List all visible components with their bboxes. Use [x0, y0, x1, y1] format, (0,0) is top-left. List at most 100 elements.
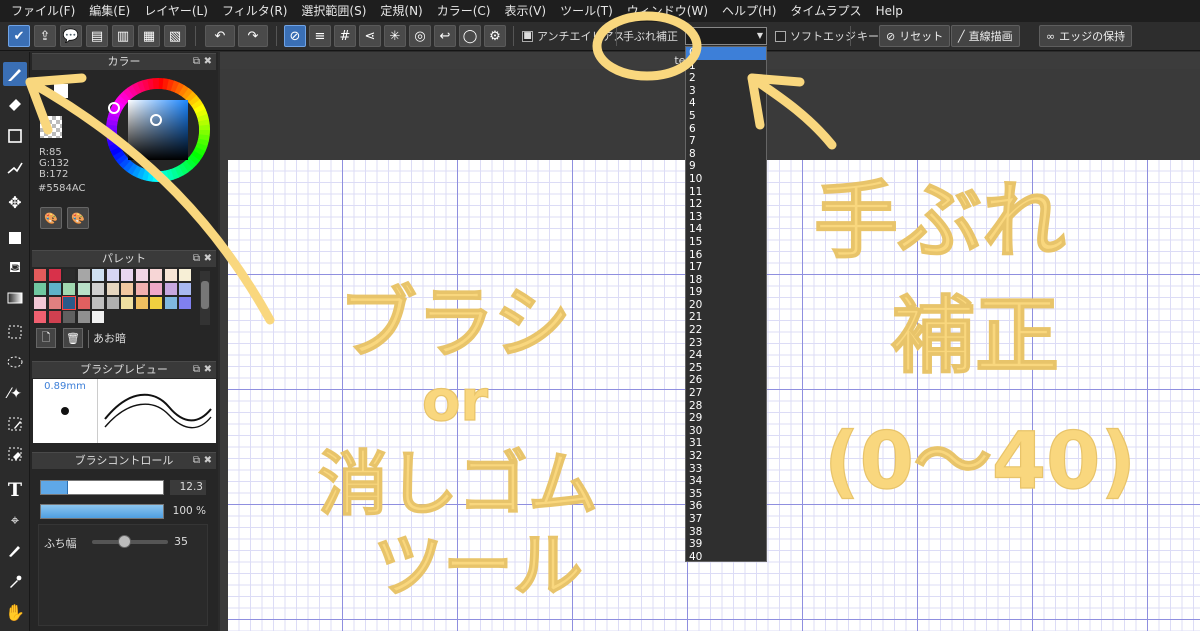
- bucket-tool[interactable]: ⛾: [3, 256, 27, 280]
- popout-icon[interactable]: ⧉: [193, 251, 200, 267]
- palette-swatch[interactable]: [135, 283, 148, 295]
- dropdown-option[interactable]: 4: [686, 97, 766, 110]
- menu-item-8[interactable]: ツール(T): [553, 0, 620, 22]
- palette-swatch[interactable]: [135, 269, 148, 281]
- palette-swatch[interactable]: [135, 297, 148, 309]
- line-tool[interactable]: [3, 156, 27, 180]
- dropdown-option[interactable]: 36: [686, 500, 766, 513]
- panel-layout-button[interactable]: ▧: [164, 25, 186, 47]
- dropdown-option[interactable]: 22: [686, 324, 766, 337]
- menu-item-6[interactable]: カラー(C): [430, 0, 498, 22]
- dropdown-option[interactable]: 8: [686, 148, 766, 161]
- select-rect-tool[interactable]: [3, 320, 27, 344]
- palette-swatch[interactable]: [77, 297, 90, 309]
- dropdown-option[interactable]: 17: [686, 261, 766, 274]
- palette-swatch[interactable]: [77, 269, 90, 281]
- dropdown-option[interactable]: 14: [686, 223, 766, 236]
- select-pen-tool[interactable]: [3, 412, 27, 436]
- palette-swatch[interactable]: [48, 311, 61, 323]
- dropdown-option[interactable]: 19: [686, 286, 766, 299]
- popout-icon[interactable]: ⧉: [193, 54, 200, 70]
- palette-swatch[interactable]: [121, 283, 133, 295]
- vanishing-point-button[interactable]: ⋖: [359, 25, 381, 47]
- grid-page-button[interactable]: ▦: [138, 25, 160, 47]
- brush-tool[interactable]: [3, 62, 27, 86]
- dropdown-option[interactable]: 35: [686, 488, 766, 501]
- dropdown-option[interactable]: 9: [686, 160, 766, 173]
- ellipse-snap-button[interactable]: ◯: [459, 25, 481, 47]
- dropdown-option[interactable]: 18: [686, 274, 766, 287]
- scroll-thumb[interactable]: [201, 281, 209, 309]
- popout-icon[interactable]: ⧉: [193, 453, 200, 469]
- rectangle-tool[interactable]: [3, 124, 27, 148]
- dropdown-option[interactable]: 29: [686, 412, 766, 425]
- magic-wand-tool[interactable]: ⁄✦: [3, 382, 27, 406]
- palette-swatch[interactable]: [164, 297, 177, 309]
- dropdown-option[interactable]: 27: [686, 387, 766, 400]
- page-button[interactable]: ▥: [112, 25, 134, 47]
- palette-swatch[interactable]: [77, 283, 90, 295]
- menu-item-12[interactable]: Help: [869, 0, 910, 22]
- palette-swatch[interactable]: [150, 269, 162, 281]
- palette-swatch[interactable]: [179, 297, 191, 309]
- dropdown-option[interactable]: 10: [686, 173, 766, 186]
- comment-button[interactable]: ▤: [86, 25, 108, 47]
- redo-button[interactable]: ↷: [238, 25, 268, 47]
- select-eraser-tool[interactable]: [3, 442, 27, 466]
- slider-knob[interactable]: [117, 535, 131, 548]
- palette-swatch[interactable]: [150, 283, 162, 295]
- dropdown-option[interactable]: 0: [686, 47, 766, 60]
- divide-tool[interactable]: [3, 538, 27, 562]
- dropdown-option[interactable]: 16: [686, 249, 766, 262]
- new-palette-button[interactable]: 🗋: [36, 328, 56, 348]
- delete-palette-button[interactable]: 🗑: [63, 328, 83, 348]
- menu-item-1[interactable]: 編集(E): [82, 0, 137, 22]
- dropdown-option[interactable]: 5: [686, 110, 766, 123]
- gradient-tool[interactable]: [3, 286, 27, 310]
- palette-swatch[interactable]: [48, 269, 61, 281]
- menu-item-4[interactable]: 選択範囲(S): [294, 0, 373, 22]
- dropdown-option[interactable]: 7: [686, 135, 766, 148]
- transparent-swatch[interactable]: [40, 116, 62, 138]
- line-draw-button[interactable]: ╱ 直線描画: [951, 25, 1020, 47]
- dropdown-option[interactable]: 6: [686, 123, 766, 136]
- dropdown-option[interactable]: 33: [686, 463, 766, 476]
- popout-icon[interactable]: ⧉: [193, 362, 200, 378]
- curve-snap-button[interactable]: ↩: [434, 25, 456, 47]
- hand-tool[interactable]: ✋: [3, 600, 27, 624]
- dropdown-option[interactable]: 25: [686, 362, 766, 375]
- dropdown-option[interactable]: 32: [686, 450, 766, 463]
- palette-swatch[interactable]: [34, 297, 46, 309]
- palette-swatch[interactable]: [121, 297, 133, 309]
- dropdown-option[interactable]: 15: [686, 236, 766, 249]
- soft-edge-checkbox[interactable]: [775, 31, 786, 42]
- reset-button[interactable]: ⊘ リセット: [879, 25, 951, 47]
- menu-item-3[interactable]: フィルタ(R): [215, 0, 294, 22]
- palette-swatch[interactable]: [92, 297, 104, 309]
- eraser-tool[interactable]: [3, 92, 27, 116]
- dropdown-option[interactable]: 38: [686, 526, 766, 539]
- eyedropper-tool[interactable]: [3, 570, 27, 594]
- border-width-slider[interactable]: [92, 535, 168, 548]
- palette-swatch[interactable]: [121, 269, 133, 281]
- palette-swatch[interactable]: [150, 297, 162, 309]
- export-button[interactable]: ⇪: [34, 25, 56, 47]
- palette-swatch[interactable]: [106, 283, 119, 295]
- palette-swatch[interactable]: [63, 269, 75, 281]
- menu-item-10[interactable]: ヘルプ(H): [715, 0, 783, 22]
- palette-swatch[interactable]: [179, 283, 191, 295]
- palette-swatch[interactable]: [34, 269, 46, 281]
- cross-snap-button[interactable]: #: [334, 25, 356, 47]
- palette-swatch[interactable]: [92, 283, 104, 295]
- brush-size-slider[interactable]: [40, 480, 164, 495]
- palette-swatch[interactable]: [92, 269, 104, 281]
- undo-button[interactable]: ↶: [205, 25, 235, 47]
- menu-item-2[interactable]: レイヤー(L): [137, 0, 215, 22]
- dropdown-option[interactable]: 24: [686, 349, 766, 362]
- palette-swatch[interactable]: [106, 297, 119, 309]
- snap-off-button[interactable]: ⊘: [284, 25, 306, 47]
- palette-swatch[interactable]: [62, 296, 76, 310]
- menu-item-5[interactable]: 定規(N): [373, 0, 429, 22]
- color-wheel[interactable]: [100, 72, 216, 188]
- snap-settings-button[interactable]: ⚙: [484, 25, 506, 47]
